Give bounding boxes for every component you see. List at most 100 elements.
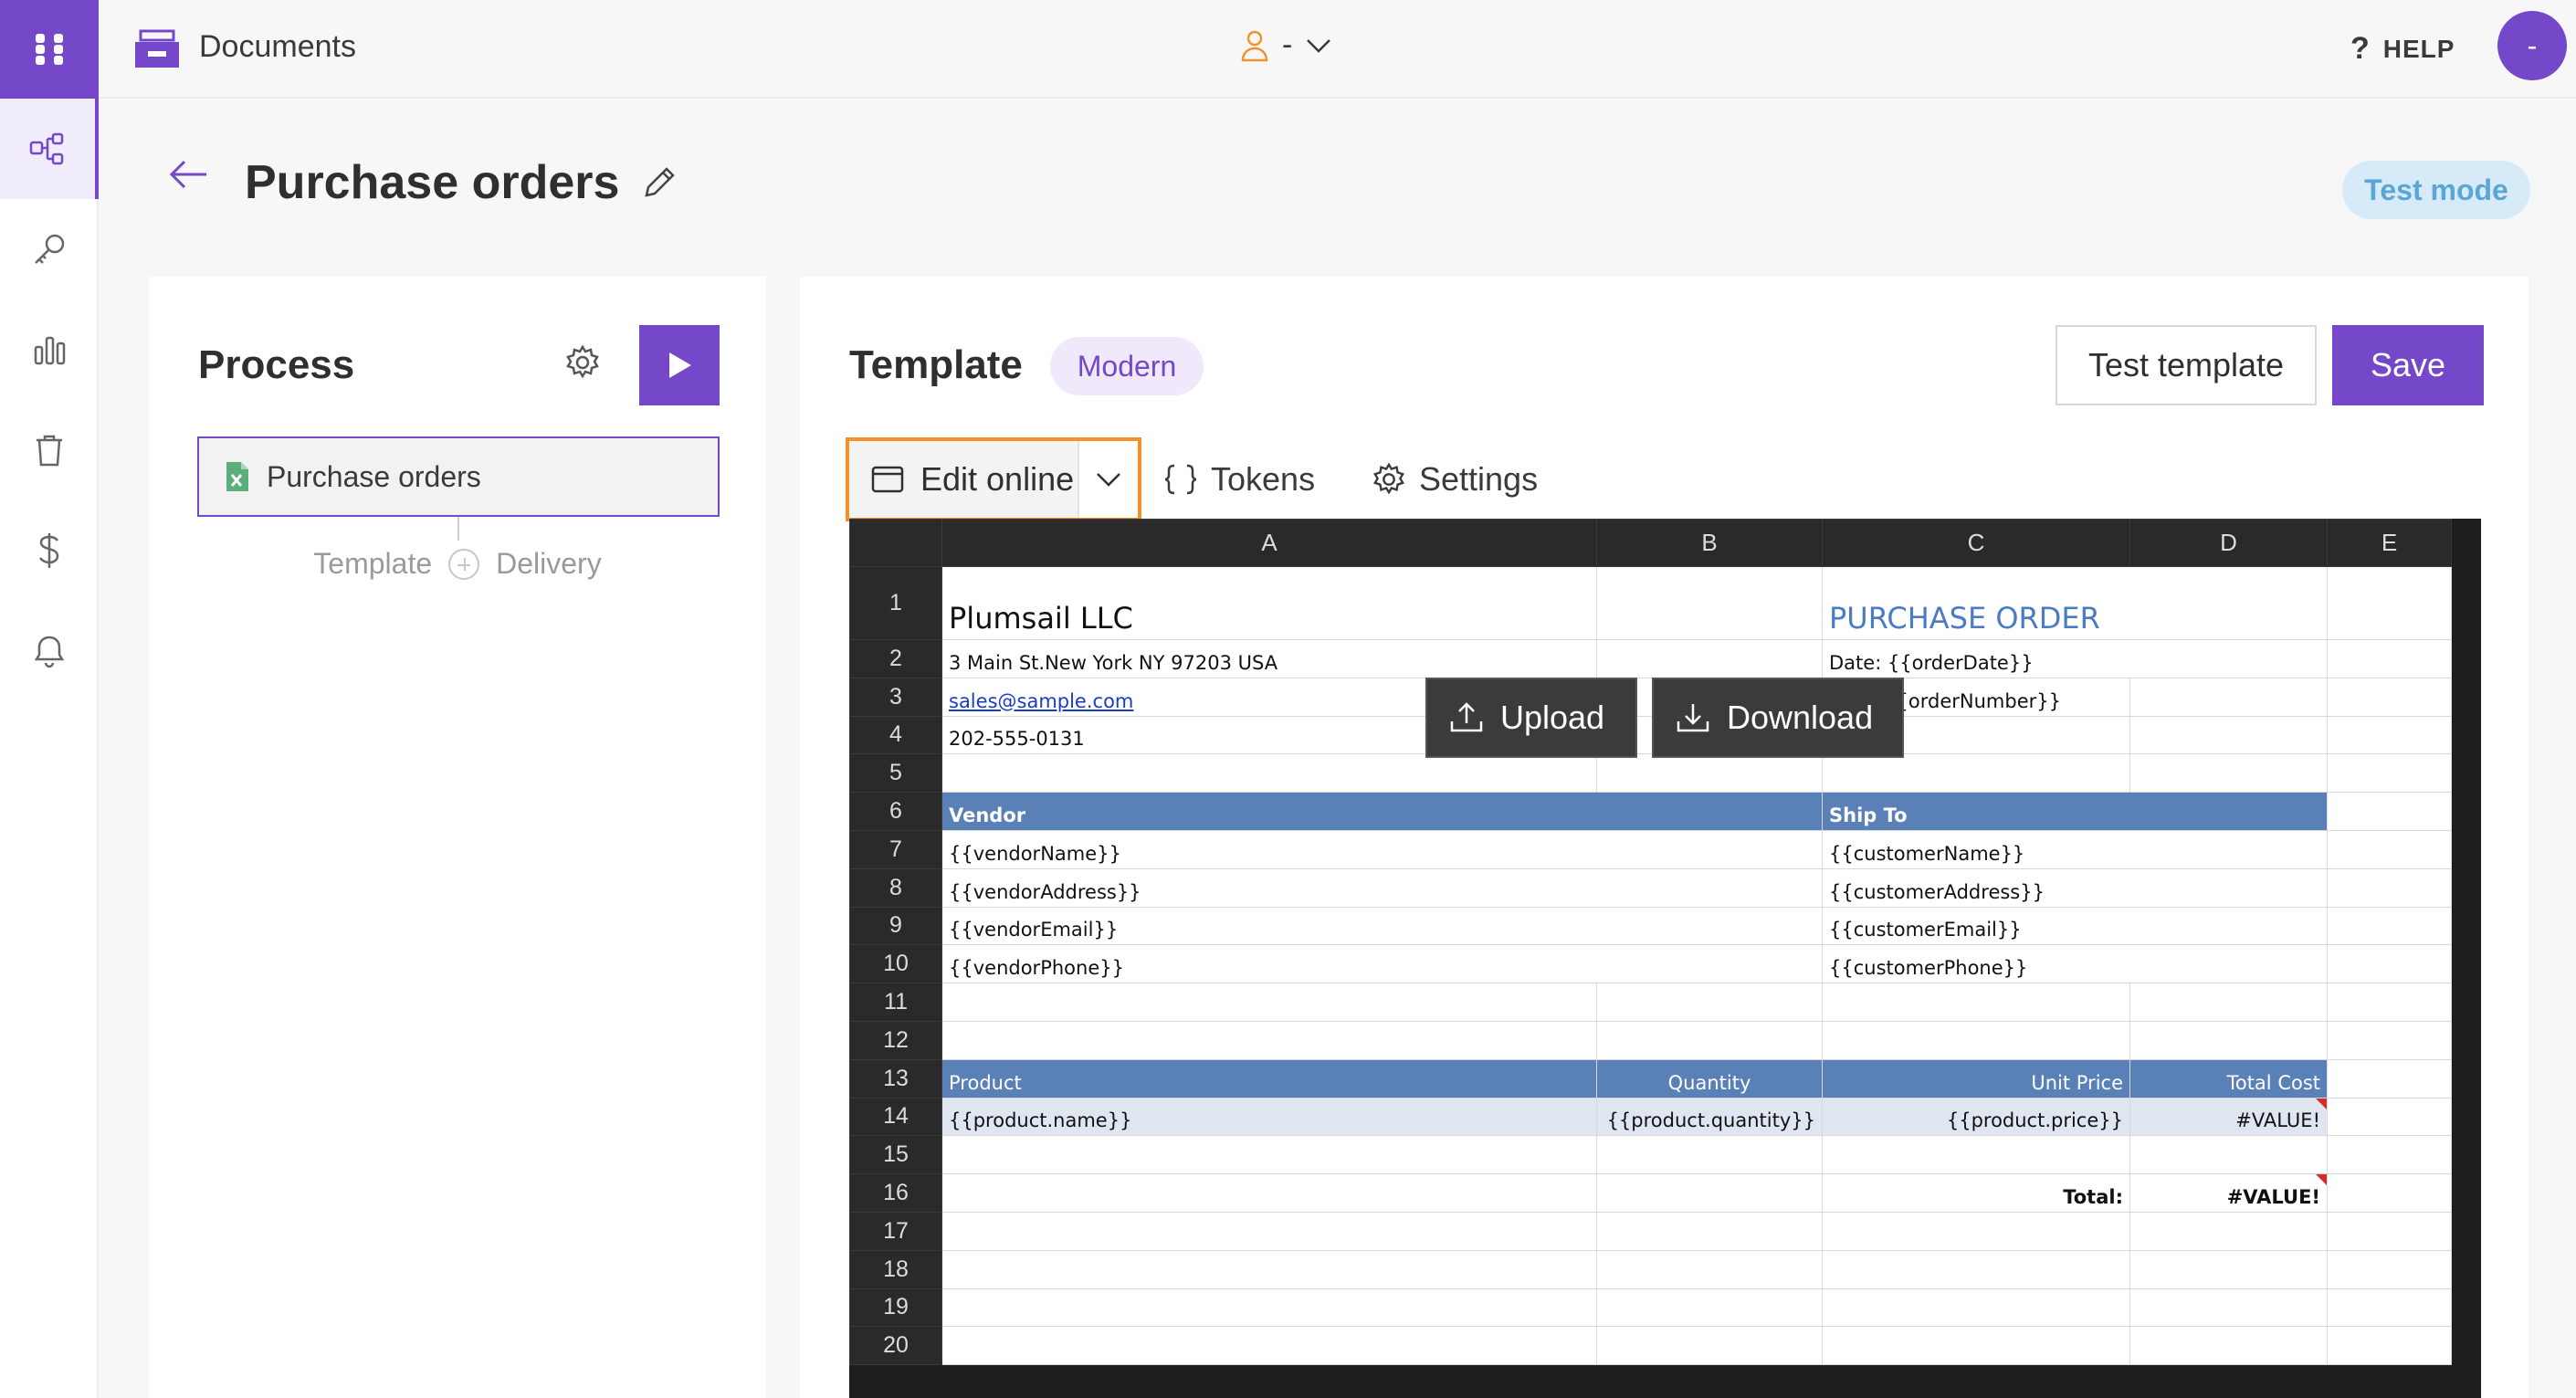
tab-tokens[interactable]: Tokens (1163, 437, 1315, 521)
rail-item-keys[interactable] (0, 199, 99, 300)
step-template[interactable]: Template (313, 547, 432, 581)
cell-col-quantity[interactable]: Quantity (1596, 1058, 1823, 1098)
process-settings-button[interactable] (564, 344, 601, 385)
cell[interactable] (2327, 944, 2452, 984)
column-header[interactable]: B (1596, 519, 1823, 567)
cell[interactable] (2327, 792, 2452, 831)
cell[interactable] (2129, 753, 2328, 794)
cell[interactable] (2327, 753, 2452, 794)
cell[interactable] (1822, 1249, 2130, 1289)
rail-item-analytics[interactable] (0, 300, 99, 400)
cell-vendor-address[interactable]: {{vendorAddress}} (941, 867, 1823, 908)
row-header[interactable]: 2 (849, 639, 942, 678)
cell-vendor-email[interactable]: {{vendorEmail}} (941, 906, 1823, 946)
cell[interactable] (1596, 1249, 1823, 1289)
avatar[interactable]: - (2497, 11, 2567, 80)
row-header[interactable]: 16 (849, 1173, 942, 1213)
spreadsheet-editor[interactable]: A B C D E 1 Plumsail LLC PURCHASE ORDER … (849, 519, 2481, 1398)
rail-item-flows[interactable] (0, 99, 99, 199)
cell[interactable] (1822, 753, 2130, 794)
rail-item-billing[interactable] (0, 500, 99, 601)
row-header[interactable]: 11 (849, 983, 942, 1022)
cell[interactable] (1822, 1326, 2130, 1366)
cell[interactable] (1822, 1020, 2130, 1060)
cell[interactable] (2327, 639, 2452, 678)
cell-vendor-name[interactable]: {{vendorName}} (941, 829, 1823, 869)
cell[interactable] (2129, 1211, 2328, 1251)
edit-online-button[interactable]: Edit online (849, 441, 1078, 518)
row-header[interactable]: 9 (849, 906, 942, 946)
column-header[interactable]: D (2129, 519, 2328, 567)
run-process-button[interactable] (639, 325, 720, 405)
cell-address[interactable]: 3 Main St.New York NY 97203 USA (941, 639, 1597, 678)
cell-date[interactable]: Date: {{orderDate}} (1822, 639, 2328, 678)
rail-item-notifications[interactable] (0, 601, 99, 701)
cell[interactable] (2129, 1288, 2328, 1328)
cell-customer-phone[interactable]: {{customerPhone}} (1822, 944, 2328, 984)
row-header[interactable]: 19 (849, 1288, 942, 1328)
cell-po-title[interactable]: PURCHASE ORDER (1822, 566, 2328, 640)
cell-customer-email[interactable]: {{customerEmail}} (1822, 906, 2328, 946)
upload-button[interactable]: Upload (1425, 678, 1637, 758)
row-header[interactable]: 14 (849, 1097, 942, 1137)
select-all-corner[interactable] (849, 519, 942, 567)
cell[interactable] (2327, 1249, 2452, 1289)
cell-col-unit-price[interactable]: Unit Price (1822, 1058, 2130, 1098)
cell[interactable] (2129, 677, 2328, 717)
cell[interactable] (1596, 1020, 1823, 1060)
row-header[interactable]: 4 (849, 715, 942, 755)
cell[interactable] (1822, 1135, 2130, 1175)
cell[interactable] (2327, 1326, 2452, 1366)
column-header[interactable]: C (1822, 519, 2130, 567)
cell[interactable] (2327, 1288, 2452, 1328)
cell-product-price[interactable]: {{product.price}} (1822, 1097, 2130, 1137)
row-header[interactable]: 18 (849, 1249, 942, 1289)
add-step-icon[interactable] (448, 548, 480, 580)
save-button[interactable]: Save (2332, 325, 2484, 405)
cell-company[interactable]: Plumsail LLC (941, 566, 1597, 640)
app-launcher-button[interactable] (0, 0, 99, 99)
cell[interactable] (2327, 1135, 2452, 1175)
column-header[interactable]: E (2327, 519, 2452, 567)
tab-settings[interactable]: Settings (1372, 437, 1538, 521)
row-header[interactable]: 20 (849, 1326, 942, 1366)
back-button[interactable] (168, 159, 208, 194)
cell[interactable] (2327, 906, 2452, 946)
cell[interactable] (2327, 1058, 2452, 1098)
process-item-purchase-orders[interactable]: Purchase orders (197, 436, 720, 517)
cell[interactable] (2327, 867, 2452, 908)
row-header[interactable]: 15 (849, 1135, 942, 1175)
cell[interactable] (2327, 1020, 2452, 1060)
row-header[interactable]: 17 (849, 1211, 942, 1251)
edit-online-dropdown[interactable] (1078, 441, 1138, 518)
cell-vendor-header[interactable]: Vendor (941, 792, 1823, 831)
cell-customer-name[interactable]: {{customerName}} (1822, 829, 2328, 869)
row-header[interactable]: 1 (849, 566, 942, 640)
cell[interactable] (2327, 1097, 2452, 1137)
cell[interactable] (1822, 983, 2130, 1022)
row-header[interactable]: 13 (849, 1058, 942, 1098)
spreadsheet-grid[interactable]: A B C D E 1 Plumsail LLC PURCHASE ORDER … (849, 519, 2452, 1366)
cell[interactable] (1596, 1326, 1823, 1366)
cell[interactable] (1596, 1173, 1823, 1213)
cell[interactable] (2129, 1135, 2328, 1175)
row-header[interactable]: 6 (849, 792, 942, 831)
cell[interactable] (2327, 1211, 2452, 1251)
cell[interactable] (941, 1135, 1597, 1175)
test-mode-badge[interactable]: Test mode (2342, 161, 2530, 219)
step-delivery[interactable]: Delivery (496, 547, 602, 581)
cell[interactable] (1596, 639, 1823, 678)
cell[interactable] (2129, 1249, 2328, 1289)
cell[interactable] (1596, 1135, 1823, 1175)
cell[interactable] (2129, 715, 2328, 755)
cell[interactable] (941, 753, 1597, 794)
column-header[interactable]: A (941, 519, 1597, 567)
download-button[interactable]: Download (1652, 678, 1904, 758)
tab-edit-online[interactable]: Edit online (846, 437, 1141, 521)
row-header[interactable]: 3 (849, 677, 942, 717)
help-button[interactable]: ? HELP (2350, 31, 2455, 67)
cell[interactable] (2327, 677, 2452, 717)
row-header[interactable]: 5 (849, 753, 942, 794)
cell-line-total[interactable]: #VALUE! (2129, 1097, 2328, 1137)
cell[interactable] (941, 1211, 1597, 1251)
